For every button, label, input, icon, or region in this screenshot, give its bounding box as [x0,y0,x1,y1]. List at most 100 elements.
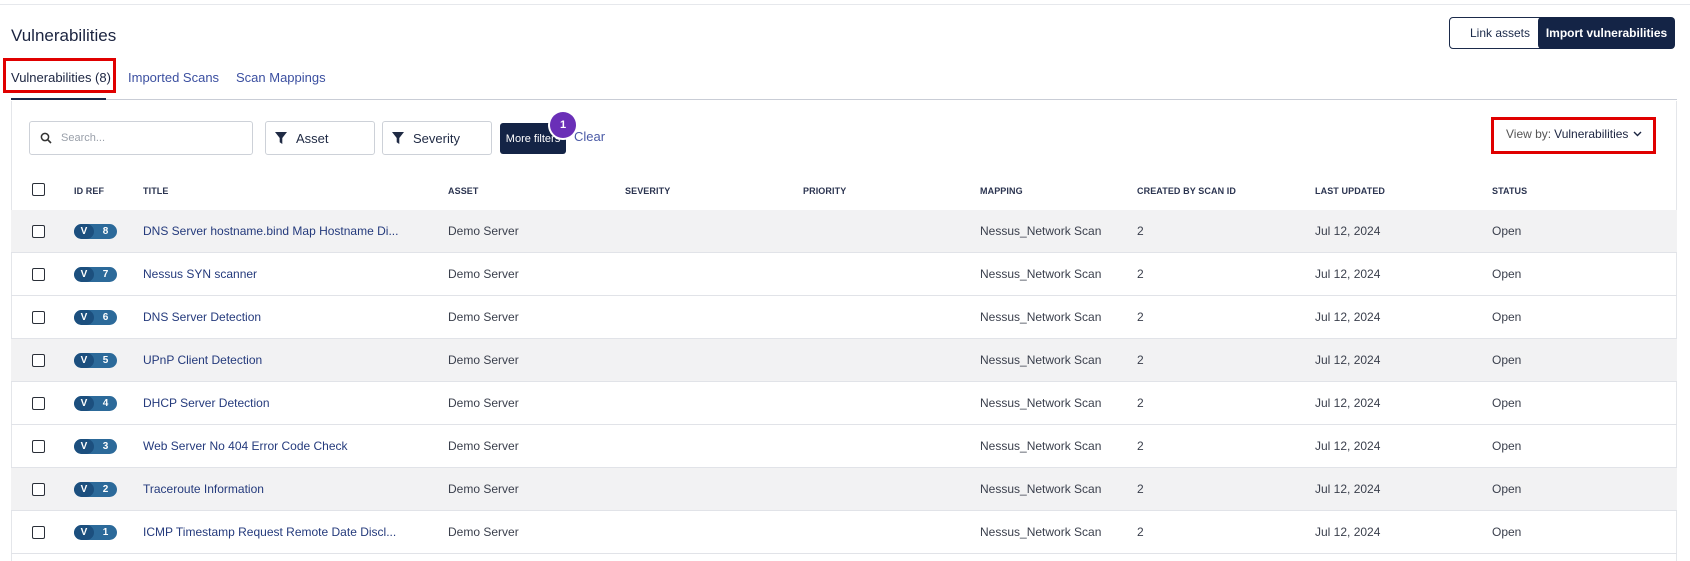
chevron-down-icon [1633,131,1642,137]
id-ref-badge: V3 [74,439,117,454]
scan-id-cell: 2 [1137,224,1144,238]
id-prefix: V [74,353,94,368]
row-checkbox[interactable] [32,440,45,453]
table-row[interactable]: V 5 UPnP Client Detection Demo Server Nessus… [11,339,1677,382]
column-header-priority[interactable]: PRIORITY [803,186,846,196]
filter-icon [275,132,287,144]
id-ref-badge: V2 [74,482,117,497]
status-cell: Open [1492,525,1522,539]
top-divider [0,4,1690,5]
table-row[interactable]: V 7 Nessus SYN scanner Demo Server Nessus_Ne… [11,253,1677,296]
last-updated-cell: Jul 12, 2024 [1315,525,1381,539]
column-header-id-ref[interactable]: ID REF [74,186,104,196]
id-ref-badge: V1 [74,525,117,540]
column-header-severity[interactable]: SEVERITY [625,186,670,196]
column-header-last-updated[interactable]: LAST UPDATED [1315,186,1385,196]
id-prefix: V [74,310,94,325]
id-number: 1 [102,527,109,538]
id-ref-badge: V5 [74,353,117,368]
asset-cell: Demo Server [448,396,519,410]
select-all-checkbox[interactable] [32,183,45,196]
scan-id-cell: 2 [1137,482,1144,496]
status-cell: Open [1492,439,1522,453]
table-row[interactable]: V 2 Traceroute Information Demo Server Nessu… [11,468,1677,511]
last-updated-cell: Jul 12, 2024 [1315,439,1381,453]
id-number: 3 [102,441,109,452]
severity-filter[interactable]: Severity [382,121,492,155]
id-number: 6 [102,312,109,323]
table-row[interactable]: V 3 Web Server No 404 Error Code Check Demo… [11,425,1677,468]
tab-bar: Vulnerabilities (8) Imported Scans Scan … [0,60,1677,100]
scan-id-cell: 2 [1137,267,1144,281]
view-by-dropdown[interactable]: View by: Vulnerabilities [1506,127,1642,141]
status-cell: Open [1492,310,1522,324]
row-checkbox[interactable] [32,526,45,539]
search-icon [40,132,52,144]
mapping-cell: Nessus_Network Scan [980,353,1102,367]
last-updated-cell: Jul 12, 2024 [1315,310,1381,324]
filter-count-badge: 1 [550,112,576,138]
vulnerability-title-link[interactable]: ICMP Timestamp Request Remote Date Discl… [143,525,396,539]
mapping-cell: Nessus_Network Scan [980,267,1102,281]
row-checkbox[interactable] [32,397,45,410]
vulnerability-title-link[interactable]: Traceroute Information [143,482,264,496]
column-header-title[interactable]: TITLE [143,186,169,196]
id-prefix: V [74,439,94,454]
status-cell: Open [1492,396,1522,410]
column-header-asset[interactable]: ASSET [448,186,479,196]
row-checkbox[interactable] [32,354,45,367]
column-header-created-by-scan-id[interactable]: CREATED BY SCAN ID [1137,186,1236,196]
asset-cell: Demo Server [448,439,519,453]
row-checkbox[interactable] [32,483,45,496]
table-row[interactable]: V 6 DNS Server Detection Demo Server Nessus_… [11,296,1677,339]
vulnerability-title-link[interactable]: Web Server No 404 Error Code Check [143,439,348,453]
page-title: Vulnerabilities [11,26,117,45]
mapping-cell: Nessus_Network Scan [980,525,1102,539]
tab-imported-scans[interactable]: Imported Scans [128,70,219,85]
link-assets-button[interactable]: Link assets [1449,17,1551,49]
table-row[interactable]: V 4 DHCP Server Detection Demo Server Nessus… [11,382,1677,425]
vulnerability-title-link[interactable]: Nessus SYN scanner [143,267,257,281]
table-row[interactable]: V 8 DNS Server hostname.bind Map Hostname … [11,210,1677,253]
vulnerability-title-link[interactable]: DHCP Server Detection [143,396,270,410]
severity-filter-label: Severity [413,130,460,146]
last-updated-cell: Jul 12, 2024 [1315,224,1381,238]
id-ref-badge: V8 [74,224,117,239]
id-number: 8 [102,226,109,237]
id-number: 2 [102,484,109,495]
search-input[interactable] [59,131,233,145]
asset-cell: Demo Server [448,353,519,367]
row-checkbox[interactable] [32,311,45,324]
tab-bar-divider [11,99,1677,100]
asset-filter-label: Asset [296,130,329,146]
id-prefix: V [74,224,94,239]
active-tab-indicator [11,98,106,100]
view-by-prefix: View by: [1506,127,1552,141]
status-cell: Open [1492,482,1522,496]
scan-id-cell: 2 [1137,353,1144,367]
id-number: 4 [102,398,109,409]
mapping-cell: Nessus_Network Scan [980,224,1102,238]
last-updated-cell: Jul 12, 2024 [1315,267,1381,281]
last-updated-cell: Jul 12, 2024 [1315,353,1381,367]
asset-filter[interactable]: Asset [265,121,375,155]
search-box[interactable] [29,121,253,155]
vulnerability-title-link[interactable]: DNS Server Detection [143,310,261,324]
clear-filters-link[interactable]: Clear [574,129,605,144]
mapping-cell: Nessus_Network Scan [980,396,1102,410]
vulnerability-title-link[interactable]: DNS Server hostname.bind Map Hostname Di… [143,224,398,238]
row-checkbox[interactable] [32,225,45,238]
column-header-status[interactable]: STATUS [1492,186,1527,196]
import-vulnerabilities-button[interactable]: Import vulnerabilities [1538,17,1675,49]
row-checkbox[interactable] [32,268,45,281]
mapping-cell: Nessus_Network Scan [980,439,1102,453]
table-row[interactable]: V 1 ICMP Timestamp Request Remote Date Dis… [11,511,1677,554]
tab-scan-mappings[interactable]: Scan Mappings [236,70,326,85]
id-prefix: V [74,525,94,540]
asset-cell: Demo Server [448,310,519,324]
vulnerability-title-link[interactable]: UPnP Client Detection [143,353,262,367]
column-header-mapping[interactable]: MAPPING [980,186,1023,196]
id-ref-badge: V7 [74,267,117,282]
tab-vulnerabilities[interactable]: Vulnerabilities (8) [11,70,111,85]
id-prefix: V [74,396,94,411]
